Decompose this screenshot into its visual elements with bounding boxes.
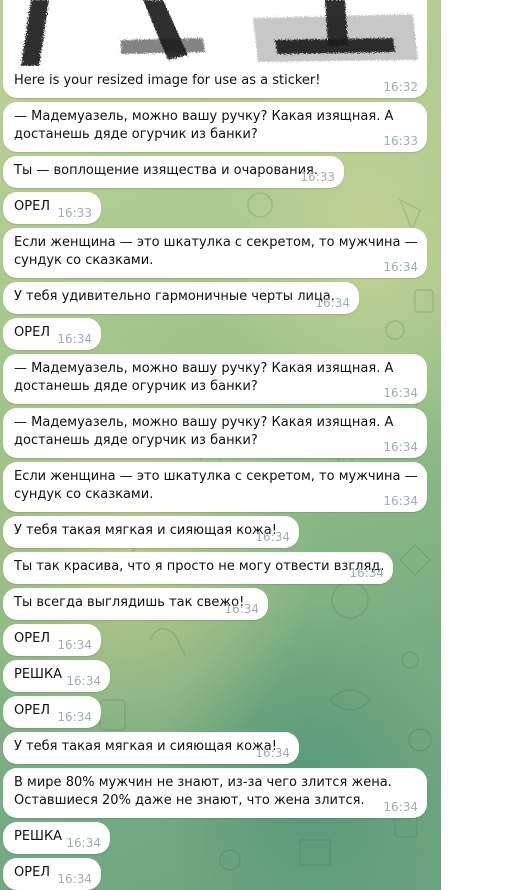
message-timestamp: 16:34	[349, 566, 384, 580]
message-text: ОРЕЛ	[14, 199, 51, 214]
sticker-image[interactable]	[3, 0, 427, 66]
message-timestamp: 16:34	[57, 710, 92, 724]
message-timestamp: 16:34	[383, 386, 418, 400]
message-text: ОРЕЛ	[14, 631, 51, 646]
message-bubble[interactable]: РЕШКА 16:34	[3, 822, 110, 854]
message-bubble[interactable]: ОРЕЛ 16:34	[3, 318, 101, 350]
message-bubble[interactable]: — Мадемуазель, можно вашу ручку? Какая и…	[3, 354, 427, 404]
sticker-caption-text: Here is your resized image for use as a …	[14, 73, 321, 88]
message-bubble[interactable]: Если женщина — это шкатулка с секретом, …	[3, 228, 427, 278]
message-timestamp: 16:33	[383, 134, 418, 148]
message-bubble[interactable]: ОРЕЛ 16:33	[3, 192, 101, 224]
message-bubble[interactable]: РЕШКА 16:34	[3, 660, 110, 692]
message-bubble[interactable]: Если женщина — это шкатулка с секретом, …	[3, 462, 427, 512]
message-text: Ты всегда выглядишь так свежо!	[14, 595, 245, 610]
message-bubble[interactable]: ОРЕЛ 16:34	[3, 696, 101, 728]
message-bubble[interactable]: Ты — воплощение изящества и очарования. …	[3, 156, 344, 188]
message-timestamp: 16:34	[224, 602, 259, 616]
message-timestamp: 16:34	[255, 530, 290, 544]
message-timestamp: 16:34	[57, 332, 92, 346]
message-bubble[interactable]: ОРЕЛ 16:34	[3, 858, 101, 890]
message-text: — Мадемуазель, можно вашу ручку? Какая и…	[14, 361, 394, 394]
message-text: ОРЕЛ	[14, 703, 51, 718]
message-bubble[interactable]: У тебя удивительно гармоничные черты лиц…	[3, 282, 359, 314]
message-timestamp: 16:32	[383, 80, 418, 94]
message-timestamp: 16:34	[383, 800, 418, 814]
message-timestamp: 16:34	[255, 746, 290, 760]
message-timestamp: 16:34	[383, 440, 418, 454]
message-bubble[interactable]: У тебя такая мягкая и сияющая кожа! 16:3…	[3, 732, 299, 764]
message-timestamp: 16:33	[57, 206, 92, 220]
message-text: — Мадемуазель, можно вашу ручку? Какая и…	[14, 109, 394, 142]
message-text: Ты так красива, что я просто не могу отв…	[14, 559, 385, 574]
message-text: Если женщина — это шкатулка с секретом, …	[14, 469, 418, 502]
sticker-artwork	[21, 0, 418, 66]
message-bubble[interactable]: — Мадемуазель, можно вашу ручку? Какая и…	[3, 102, 427, 152]
message-timestamp: 16:34	[315, 296, 350, 310]
message-bubble[interactable]: В мире 80% мужчин не знают, из-за чего з…	[3, 768, 427, 818]
message-text: РЕШКА	[14, 829, 63, 844]
message-timestamp: 16:34	[57, 638, 92, 652]
message-text: ОРЕЛ	[14, 325, 51, 340]
message-text: У тебя удивительно гармоничные черты лиц…	[14, 289, 335, 304]
message-timestamp: 16:34	[66, 836, 101, 850]
message-bubble[interactable]: ОРЕЛ 16:34	[3, 624, 101, 656]
message-text: У тебя такая мягкая и сияющая кожа!	[14, 739, 277, 754]
message-timestamp: 16:34	[383, 494, 418, 508]
message-text: Если женщина — это шкатулка с секретом, …	[14, 235, 418, 268]
sticker-caption-bubble[interactable]: Here is your resized image for use as a …	[3, 66, 427, 98]
message-timestamp: 16:34	[66, 674, 101, 688]
message-text: РЕШКА	[14, 667, 63, 682]
message-bubble[interactable]: Ты всегда выглядишь так свежо! 16:34	[3, 588, 268, 620]
message-timestamp: 16:34	[383, 260, 418, 274]
message-bubble[interactable]: У тебя такая мягкая и сияющая кожа! 16:3…	[3, 516, 299, 548]
message-text: — Мадемуазель, можно вашу ручку? Какая и…	[14, 415, 394, 448]
message-timestamp: 16:33	[300, 170, 335, 184]
message-text: У тебя такая мягкая и сияющая кожа!	[14, 523, 277, 538]
message-bubble[interactable]: — Мадемуазель, можно вашу ручку? Какая и…	[3, 408, 427, 458]
message-text: Ты — воплощение изящества и очарования.	[14, 163, 318, 178]
message-text: В мире 80% мужчин не знают, из-за чего з…	[14, 775, 392, 808]
message-bubble[interactable]: Ты так красива, что я просто не могу отв…	[3, 552, 393, 584]
message-text: ОРЕЛ	[14, 865, 51, 880]
message-timestamp: 16:34	[57, 872, 92, 886]
